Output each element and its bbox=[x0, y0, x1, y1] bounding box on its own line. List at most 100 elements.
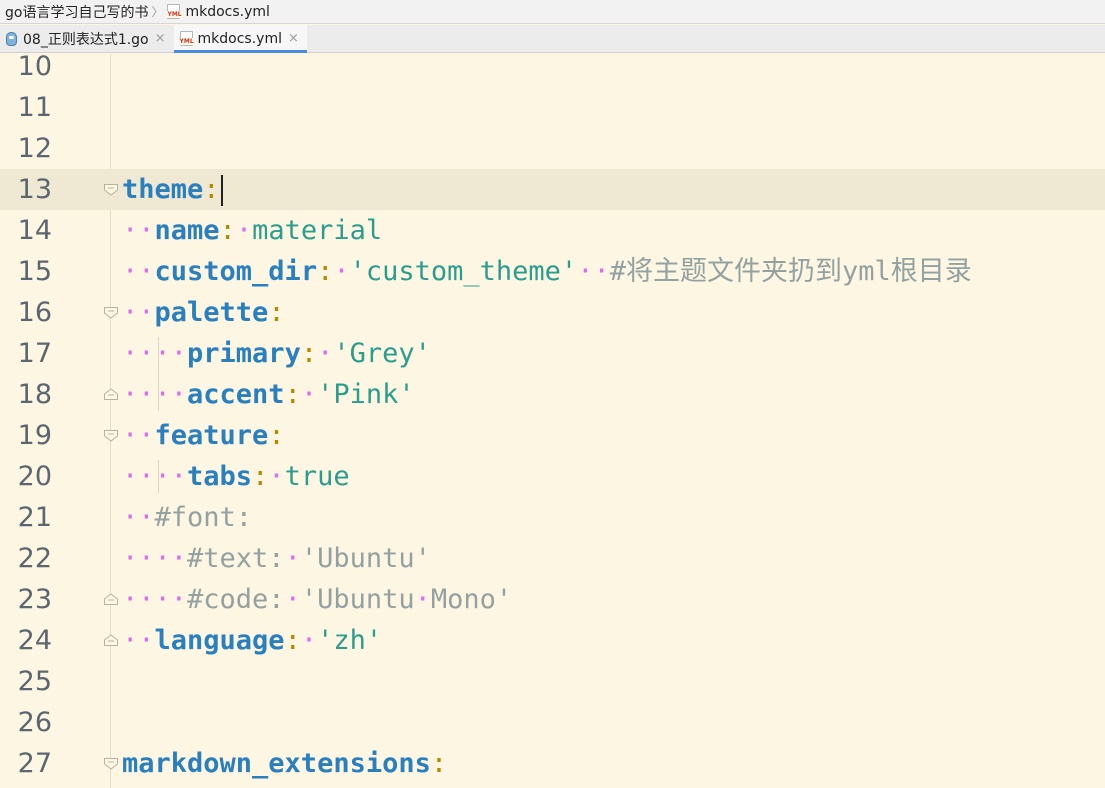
code-line[interactable]: 23 ····#code:·'Ubuntu·Mono' bbox=[0, 579, 1105, 620]
token-key: primary bbox=[187, 338, 301, 369]
close-icon[interactable]: × bbox=[155, 31, 166, 46]
token-dot: ···· bbox=[122, 584, 188, 615]
yml-file-icon bbox=[178, 31, 195, 46]
line-number: 13 bbox=[17, 174, 52, 205]
code-line[interactable]: 26 bbox=[0, 702, 1105, 743]
token-str: 'zh' bbox=[317, 625, 383, 656]
fold-open-icon[interactable] bbox=[103, 183, 119, 196]
fold-open-icon[interactable] bbox=[103, 757, 119, 770]
code-line[interactable]: 18 ····accent:·'Pink' bbox=[0, 374, 1105, 415]
code-line[interactable]: 24 ··language:·'zh' bbox=[0, 620, 1105, 661]
code-text: ··feature: bbox=[122, 415, 285, 456]
code-text: ··palette: bbox=[122, 292, 285, 333]
breadcrumb-project[interactable]: go语言学习自己写的书 bbox=[5, 2, 148, 22]
token-dot: ·· bbox=[122, 502, 155, 533]
token-colon: : bbox=[268, 297, 285, 328]
line-number: 15 bbox=[17, 256, 52, 287]
token-cmt: 'Ubuntu' bbox=[300, 543, 431, 574]
editor-lines: 10 11 12 13 theme: 14 ··name:·material 15 ··cust… bbox=[0, 54, 1105, 788]
line-number: 17 bbox=[17, 338, 52, 369]
token-dot: ···· bbox=[122, 338, 188, 369]
token-key: custom_dir bbox=[154, 256, 318, 287]
token-dot: · bbox=[300, 625, 318, 656]
indent-guide bbox=[158, 337, 159, 411]
tab-regex-go[interactable]: 08_正则表达式1.go × bbox=[0, 25, 174, 52]
code-line[interactable]: 19 ··feature: bbox=[0, 415, 1105, 456]
code-line[interactable]: 27 markdown_extensions: bbox=[0, 743, 1105, 784]
close-icon[interactable]: × bbox=[288, 31, 299, 46]
code-line[interactable]: 12 bbox=[0, 128, 1105, 169]
token-dot: ···· bbox=[122, 543, 188, 574]
token-colon: : bbox=[430, 748, 448, 779]
token-str: 'Grey' bbox=[333, 338, 431, 369]
fold-close-icon[interactable] bbox=[103, 388, 119, 401]
token-colon: : bbox=[203, 174, 220, 205]
line-number: 27 bbox=[17, 748, 52, 779]
code-line[interactable]: 10 bbox=[0, 54, 1105, 87]
token-cmt: #code: bbox=[187, 584, 285, 615]
token-str: 'custom_theme' bbox=[349, 256, 578, 287]
token-dot: ·· bbox=[122, 215, 155, 246]
token-key: language bbox=[154, 625, 285, 656]
tab-label: mkdocs.yml bbox=[197, 30, 282, 47]
code-text: ····#code:·'Ubuntu·Mono' bbox=[122, 579, 512, 620]
code-line[interactable]: 15 ··custom_dir:·'custom_theme'··#将主题文件夹扔… bbox=[0, 251, 1105, 292]
code-line[interactable]: 11 bbox=[0, 87, 1105, 128]
code-line[interactable]: 13 theme: bbox=[0, 169, 1105, 210]
code-text: ····#text:·'Ubuntu' bbox=[122, 538, 431, 579]
token-str: 'Pink' bbox=[317, 379, 415, 410]
breadcrumb-separator-icon: 〉 bbox=[151, 5, 164, 19]
code-line[interactable]: 20 ····tabs:·true bbox=[0, 456, 1105, 497]
code-line[interactable]: 21 ··#font: bbox=[0, 497, 1105, 538]
line-number: 20 bbox=[17, 461, 52, 492]
token-dot: ·· bbox=[577, 256, 610, 287]
token-colon: : bbox=[284, 379, 301, 410]
line-number: 10 bbox=[17, 54, 52, 82]
token-dot: ···· bbox=[122, 461, 188, 492]
token-dot: · bbox=[235, 215, 253, 246]
token-dot: · bbox=[284, 584, 301, 615]
code-line[interactable]: 17 ····primary:·'Grey' bbox=[0, 333, 1105, 374]
code-text: ··language:·'zh' bbox=[122, 620, 382, 661]
code-editor[interactable]: 10 11 12 13 theme: 14 ··name:·material 15 ··cust… bbox=[0, 54, 1105, 788]
token-dot: · bbox=[317, 338, 334, 369]
fold-open-icon[interactable] bbox=[103, 429, 119, 442]
fold-close-icon[interactable] bbox=[103, 634, 119, 647]
token-key: accent bbox=[187, 379, 285, 410]
code-line[interactable]: 25 bbox=[0, 661, 1105, 702]
token-key: name bbox=[154, 215, 220, 246]
text-caret bbox=[220, 175, 223, 206]
breadcrumb-file[interactable]: mkdocs.yml bbox=[166, 4, 270, 20]
line-number: 24 bbox=[17, 625, 52, 656]
navigation-bar: go语言学习自己写的书 〉 mkdocs.yml bbox=[0, 0, 1105, 24]
code-text: ··-·admonition bbox=[122, 784, 350, 788]
token-dot: ·· bbox=[122, 297, 155, 328]
code-text: ··#font: bbox=[122, 497, 252, 538]
token-dot: ·· bbox=[122, 256, 155, 287]
code-line[interactable]: 28 ··-·admonition bbox=[0, 784, 1105, 788]
code-text: ····primary:·'Grey' bbox=[122, 333, 431, 374]
token-dot: · bbox=[414, 584, 431, 615]
tab-mkdocs-yml[interactable]: mkdocs.yml × bbox=[173, 25, 308, 53]
code-line[interactable]: 14 ··name:·material bbox=[0, 210, 1105, 251]
token-dot: · bbox=[300, 379, 318, 410]
code-text: ··custom_dir:·'custom_theme'··#将主题文件夹扔到y… bbox=[122, 251, 972, 292]
code-text: ··name:·material bbox=[122, 210, 382, 251]
token-key: palette bbox=[154, 297, 269, 328]
token-dot: · bbox=[284, 543, 301, 574]
go-file-icon bbox=[6, 31, 17, 46]
token-cmt: Mono' bbox=[430, 584, 513, 615]
line-number: 28 bbox=[0, 784, 52, 788]
code-line[interactable]: 22 ····#text:·'Ubuntu' bbox=[0, 538, 1105, 579]
token-val: true bbox=[284, 461, 350, 492]
code-line[interactable]: 16 ··palette: bbox=[0, 292, 1105, 333]
fold-open-icon[interactable] bbox=[103, 306, 119, 319]
fold-close-icon[interactable] bbox=[103, 593, 119, 606]
token-colon: : bbox=[300, 338, 318, 369]
line-number: 21 bbox=[17, 502, 52, 533]
token-dot: · bbox=[333, 256, 350, 287]
token-dot: · bbox=[268, 461, 285, 492]
code-text: theme: bbox=[122, 169, 223, 210]
line-number: 23 bbox=[17, 584, 52, 615]
line-number: 11 bbox=[17, 92, 52, 123]
